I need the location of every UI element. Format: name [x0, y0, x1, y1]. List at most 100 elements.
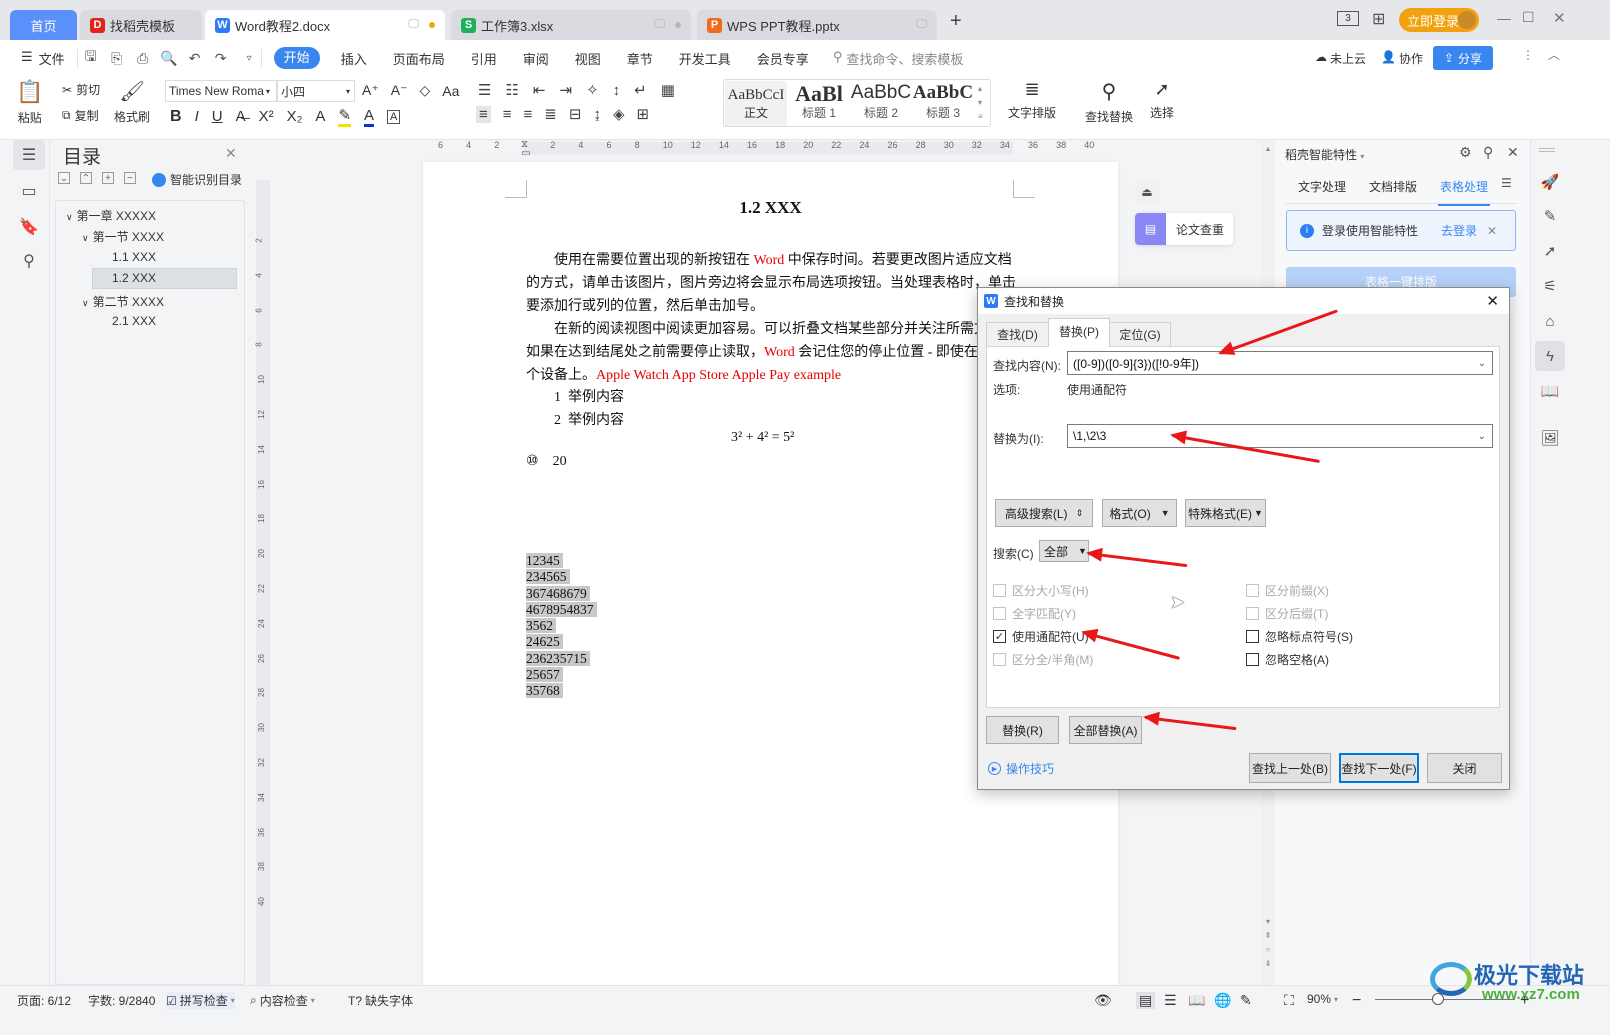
- print-icon[interactable]: ⎙: [134, 49, 152, 67]
- checkbox-icon[interactable]: [1246, 653, 1259, 666]
- shrink-font-icon[interactable]: A⁻: [391, 82, 408, 99]
- italic-icon[interactable]: I: [195, 108, 199, 125]
- replace-all-button[interactable]: 全部替换(A): [1069, 716, 1142, 744]
- search-icon[interactable]: ⚲: [13, 246, 45, 276]
- spell-check-button[interactable]: ☑ 拼写检查 ▾: [166, 992, 235, 1009]
- sort-icon[interactable]: ↕: [613, 82, 621, 99]
- menu-tab-vip[interactable]: 会员专享: [748, 49, 818, 68]
- dialog-tab-goto[interactable]: 定位(G): [1109, 322, 1171, 346]
- export-pdf-icon[interactable]: ⎘: [108, 49, 126, 67]
- page-view-icon[interactable]: ▤: [1136, 992, 1156, 1009]
- cloud-status[interactable]: ☁ 未上云: [1315, 50, 1366, 67]
- paste-button[interactable]: 📋 粘贴: [16, 79, 43, 126]
- share-button[interactable]: ⇪ 分享: [1433, 46, 1493, 70]
- subscript-icon[interactable]: X₂: [287, 108, 303, 125]
- word-count[interactable]: 字数: 9/2840: [88, 992, 155, 1009]
- redo-icon[interactable]: ↷: [212, 49, 230, 67]
- remove-level-icon[interactable]: −: [124, 172, 136, 184]
- minimize-button[interactable]: —: [1497, 10, 1511, 26]
- align-center-icon[interactable]: ≡: [503, 106, 512, 123]
- outline-view-icon[interactable]: ☰: [1164, 992, 1177, 1009]
- find-next-button[interactable]: 查找下一处(F): [1339, 753, 1419, 783]
- eye-protect-icon[interactable]: 👁: [1094, 992, 1112, 1009]
- replace-input[interactable]: \1,\2\3 ⌄: [1067, 424, 1493, 448]
- shading-icon[interactable]: ◈: [613, 105, 625, 123]
- chinese-layout-icon[interactable]: ✧: [586, 81, 599, 99]
- format-painter-button[interactable]: 🖌 格式刷: [114, 79, 150, 125]
- settings-icon[interactable]: ⚙: [1459, 144, 1472, 161]
- zoom-select[interactable]: 90% ▾: [1307, 992, 1338, 1006]
- collapse-icon[interactable]: ⌃: [80, 172, 92, 184]
- page-indicator[interactable]: 页面: 6/12: [17, 992, 71, 1009]
- special-format-button[interactable]: 特殊格式(E) ▼: [1185, 499, 1266, 527]
- rocket-icon[interactable]: 🚀: [1535, 167, 1565, 197]
- font-color-icon[interactable]: A: [364, 107, 375, 127]
- toc-item[interactable]: ∨ 第一章 XXXXX: [66, 207, 156, 224]
- advanced-search-button[interactable]: 高级搜索(L) ⇕: [995, 499, 1093, 527]
- menu-tab-insert[interactable]: 插入: [332, 49, 376, 68]
- pin-icon[interactable]: ⚲: [1483, 144, 1493, 161]
- toc-item[interactable]: 1.1 XXX: [112, 250, 156, 264]
- menu-tab-start[interactable]: 开始: [273, 47, 320, 69]
- smart-toc-button[interactable]: 智能识别目录: [152, 171, 242, 188]
- close-icon[interactable]: ✕: [225, 145, 237, 162]
- replace-button[interactable]: 替换(R): [986, 716, 1059, 744]
- close-icon[interactable]: ✕: [1486, 292, 1499, 310]
- menu-tab-view[interactable]: 视图: [566, 49, 610, 68]
- style-heading3[interactable]: AaBbC 标题 3: [912, 81, 974, 126]
- select-button[interactable]: ➚ 选择: [1150, 79, 1174, 121]
- toc-item[interactable]: ∨ 第二节 XXXX: [82, 293, 164, 310]
- more-menu-icon[interactable]: ⋮: [1522, 48, 1534, 62]
- menu-tab-developer[interactable]: 开发工具: [670, 49, 740, 68]
- pane-tab-doc-layout[interactable]: 文档排版: [1369, 178, 1417, 195]
- toc-icon[interactable]: ☰: [13, 140, 45, 170]
- align-right-icon[interactable]: ≡: [524, 106, 533, 123]
- menu-tab-layout[interactable]: 页面布局: [384, 49, 454, 68]
- distribute-icon[interactable]: ⊟: [569, 105, 582, 123]
- menu-tab-chapter[interactable]: 章节: [618, 49, 662, 68]
- line-spacing-icon[interactable]: ↨: [593, 106, 601, 123]
- write-view-icon[interactable]: ✎: [1240, 992, 1252, 1009]
- plagiarism-check-button[interactable]: ▤ 论文查重: [1135, 213, 1233, 245]
- add-level-icon[interactable]: +: [102, 172, 114, 184]
- clear-format-icon[interactable]: ◇: [419, 82, 430, 99]
- strikethrough-icon[interactable]: A̶: [236, 108, 246, 125]
- pane-title[interactable]: 稻壳智能特性 ▾: [1285, 146, 1364, 163]
- close-icon[interactable]: ✕: [1487, 224, 1497, 238]
- underline-icon[interactable]: U: [212, 108, 223, 125]
- fit-page-icon[interactable]: ⛶: [1284, 992, 1294, 1009]
- sliders-icon[interactable]: ⚟: [1535, 271, 1565, 301]
- format-button[interactable]: 格式(O) ▼: [1102, 499, 1177, 527]
- book-search-icon[interactable]: 📖: [1535, 376, 1565, 406]
- collab-button[interactable]: 👤 协作: [1381, 50, 1423, 67]
- pointer-icon[interactable]: ➚: [1535, 236, 1565, 266]
- chapter-nav-icon[interactable]: ▭: [13, 176, 45, 206]
- go-login-link[interactable]: 去登录: [1441, 222, 1477, 239]
- menu-tab-review[interactable]: 审阅: [514, 49, 558, 68]
- tab-ppt[interactable]: P WPS PPT教程.pptx 🖵: [697, 10, 937, 40]
- drag-handle[interactable]: [1539, 148, 1555, 152]
- tab-sheet[interactable]: S 工作簿3.xlsx 🖵: [451, 10, 691, 40]
- more-chevron-icon[interactable]: ▿: [238, 49, 262, 67]
- missing-font-button[interactable]: T? 缺失字体: [348, 992, 413, 1009]
- tab-docer-templates[interactable]: D 找稻壳模板: [80, 10, 202, 40]
- find-replace-button[interactable]: ⚲ 查找替换: [1085, 79, 1133, 125]
- option-checkbox[interactable]: 忽略标点符号(S): [1246, 628, 1353, 645]
- scroll-up-arrow[interactable]: ▲: [1262, 146, 1274, 153]
- web-view-icon[interactable]: 🌐: [1214, 992, 1231, 1009]
- numbered-list-icon[interactable]: ☷: [505, 81, 518, 99]
- image-tool-icon[interactable]: 🖼: [1535, 423, 1565, 453]
- chevron-down-icon[interactable]: ⌄: [1478, 431, 1486, 442]
- highlight-icon[interactable]: ✎: [338, 106, 352, 127]
- dialog-tab-replace[interactable]: 替换(P): [1048, 318, 1110, 347]
- pen-icon[interactable]: ✎: [1535, 201, 1565, 231]
- bold-icon[interactable]: B: [170, 108, 182, 126]
- tips-link[interactable]: ▶ 操作技巧: [988, 760, 1054, 777]
- borders-icon[interactable]: ⊞: [637, 105, 650, 123]
- indent-icon[interactable]: ⇥: [559, 81, 572, 99]
- chevron-down-icon[interactable]: ⌄: [1478, 358, 1486, 369]
- copy-button[interactable]: ⧉ 复制: [62, 107, 99, 124]
- toc-item-selected[interactable]: 1.2 XXX: [92, 268, 237, 289]
- zoom-out-button[interactable]: −: [1352, 992, 1361, 1010]
- find-previous-button[interactable]: 查找上一处(B): [1249, 753, 1331, 783]
